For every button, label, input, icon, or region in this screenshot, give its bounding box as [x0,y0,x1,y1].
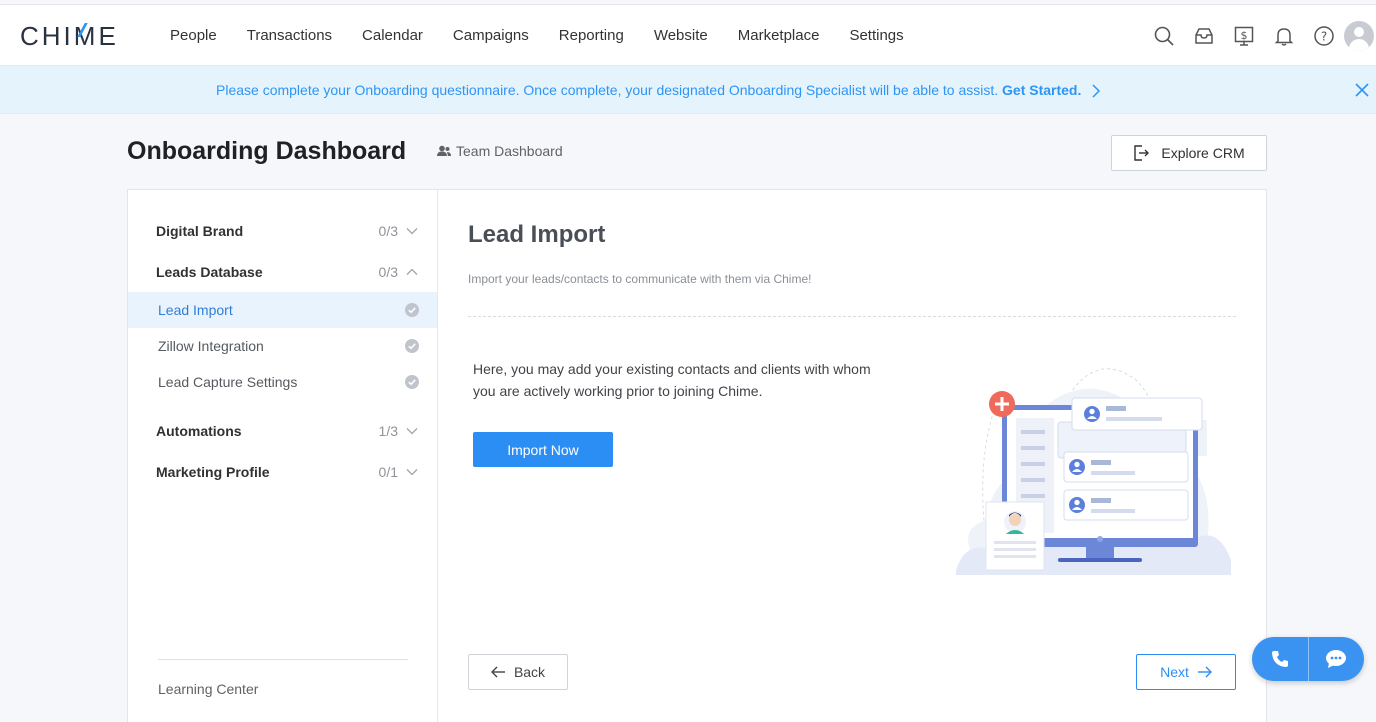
step-content: Lead Import Import your leads/contacts t… [438,190,1268,722]
section-label: Leads Database [156,264,263,280]
svg-text:$: $ [1241,29,1248,42]
search-icon[interactable] [1144,21,1184,51]
step-title: Lead Import [468,221,606,248]
chat-icon [1326,650,1347,668]
section-count: 0/1 [378,464,398,480]
chevron-up-icon [406,268,418,275]
inbox-icon[interactable] [1184,21,1224,51]
next-label: Next [1160,664,1189,680]
explore-crm-label: Explore CRM [1161,145,1245,161]
nav-website[interactable]: Website [654,27,708,44]
nav-settings[interactable]: Settings [849,27,903,44]
help-icon[interactable]: ? [1304,21,1344,51]
chevron-down-icon [406,428,418,435]
next-button[interactable]: Next [1136,654,1236,690]
check-circle-icon [405,339,419,353]
exit-icon [1134,145,1150,161]
top-nav-bar: CHIME People Transactions Calendar Campa… [0,4,1376,66]
chevron-right-icon[interactable] [1091,84,1101,98]
billing-icon[interactable]: $ [1224,21,1264,51]
sidebar-item-label: Lead Import [158,302,233,318]
phone-icon [1271,651,1288,667]
check-circle-icon [405,375,419,389]
arrow-left-icon [490,666,505,678]
import-now-button[interactable]: Import Now [473,432,613,467]
main-nav: People Transactions Calendar Campaigns R… [170,27,934,44]
section-automations[interactable]: Automations 1/3 [156,421,418,441]
section-leads-database[interactable]: Leads Database 0/3 [156,262,418,282]
section-count: 0/3 [378,223,398,239]
back-button[interactable]: Back [468,654,568,690]
banner-message: Please complete your Onboarding question… [216,82,999,98]
get-started-link[interactable]: Get Started. [1002,82,1081,98]
close-icon[interactable] [1354,82,1370,98]
dashed-divider [468,316,1236,317]
arrow-right-icon [1197,666,1212,678]
onboarding-card: Digital Brand 0/3 Leads Database 0/3 Lea… [127,189,1267,722]
nav-calendar[interactable]: Calendar [362,27,423,44]
sidebar-divider [158,659,408,660]
sidebar-item-lead-capture-settings[interactable]: Lead Capture Settings [128,364,437,400]
nav-icon-group: $ ? [1144,21,1376,51]
nav-marketplace[interactable]: Marketplace [738,27,820,44]
banner-text: Please complete your Onboarding question… [216,82,1101,98]
sidebar-item-label: Lead Capture Settings [158,374,298,390]
chevron-down-icon [406,228,418,235]
user-avatar[interactable] [1344,21,1374,51]
section-label: Digital Brand [156,223,244,239]
nav-campaigns[interactable]: Campaigns [453,27,529,44]
lead-import-illustration [956,368,1231,575]
section-digital-brand[interactable]: Digital Brand 0/3 [156,221,418,241]
step-description: Here, you may add your existing contacts… [473,361,871,399]
chat-button[interactable] [1309,637,1365,681]
team-dashboard-link[interactable]: Team Dashboard [437,143,563,159]
chevron-down-icon [406,469,418,476]
onboarding-banner: Please complete your Onboarding question… [0,66,1376,114]
bell-icon[interactable] [1264,21,1304,51]
onboarding-sidebar: Digital Brand 0/3 Leads Database 0/3 Lea… [128,190,438,722]
nav-people[interactable]: People [170,27,217,44]
section-count: 0/3 [378,264,398,280]
team-icon [437,145,451,156]
phone-button[interactable] [1252,637,1308,681]
page-title: Onboarding Dashboard [127,137,407,165]
team-dashboard-label: Team Dashboard [456,143,563,159]
section-marketing-profile[interactable]: Marketing Profile 0/1 [156,462,418,482]
sidebar-item-label: Zillow Integration [158,338,264,354]
back-label: Back [513,664,546,680]
svg-text:?: ? [1321,30,1327,44]
section-count: 1/3 [378,423,398,439]
chime-logo[interactable]: CHIME [20,21,119,52]
nav-reporting[interactable]: Reporting [559,27,624,44]
explore-crm-button[interactable]: Explore CRM [1111,135,1267,171]
check-circle-icon [405,303,419,317]
sidebar-item-zillow-integration[interactable]: Zillow Integration [128,328,437,364]
step-subtitle: Import your leads/contacts to communicat… [468,272,812,286]
section-label: Automations [156,423,242,439]
section-label: Marketing Profile [156,464,270,480]
sidebar-item-lead-import[interactable]: Lead Import [128,292,437,328]
nav-transactions[interactable]: Transactions [247,27,332,44]
floating-contact-widget [1252,637,1364,681]
learning-center-link[interactable]: Learning Center [158,681,258,697]
